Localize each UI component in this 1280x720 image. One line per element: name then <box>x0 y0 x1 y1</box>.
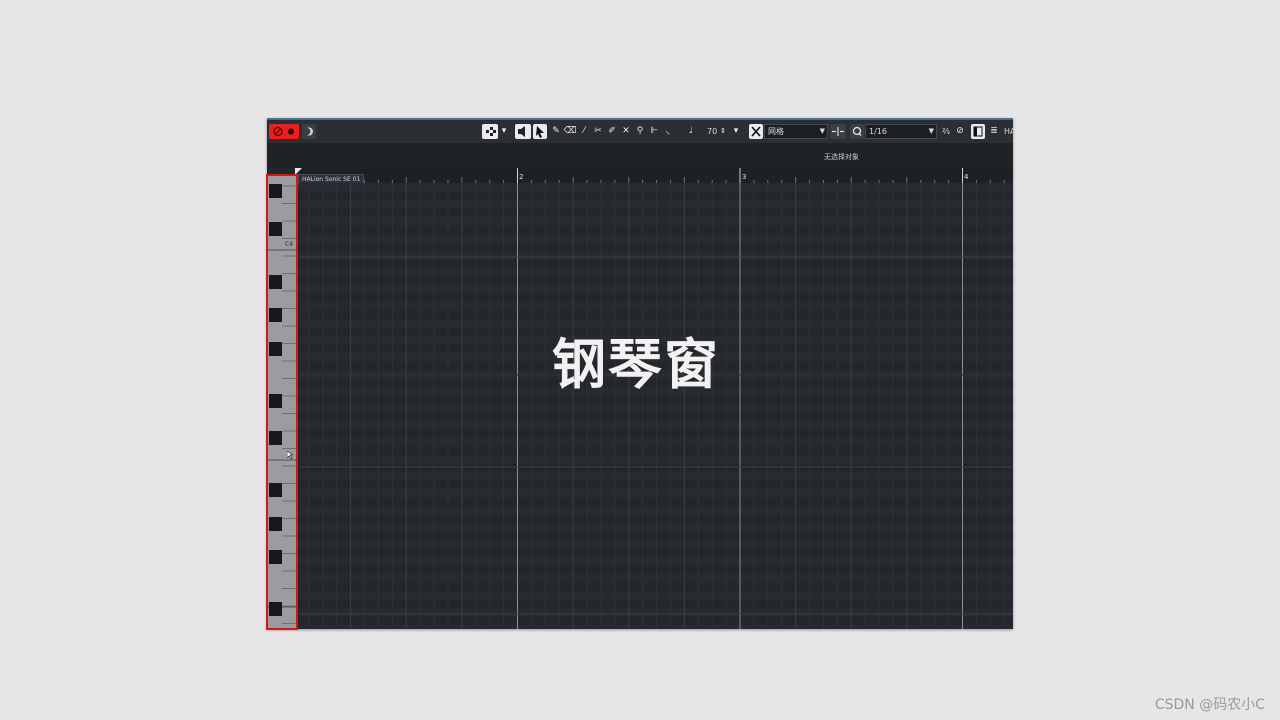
snap-type-value: 网格 <box>768 127 784 136</box>
erase-tool[interactable]: ⌫ <box>563 124 577 139</box>
quantize-preset-select[interactable]: 1/16 ▼ <box>865 124 937 139</box>
ruler[interactable]: 2 3 4 <box>299 168 1013 183</box>
chevron-down-icon: ▼ <box>928 127 934 135</box>
magnifier-icon: ⚲ <box>636 126 644 136</box>
pointer-arrow-icon <box>536 126 544 138</box>
list-icon[interactable]: ≣ <box>987 124 1001 139</box>
draw-tool[interactable]: ✎ <box>549 124 563 139</box>
eraser-icon: ⌫ <box>563 126 577 136</box>
info-line: 无选择对象 <box>267 143 1013 168</box>
glue-tool[interactable]: ✐ <box>605 124 619 139</box>
solo-editor-button[interactable] <box>302 124 316 139</box>
toolbar-config-button[interactable] <box>482 124 498 139</box>
tools-icon <box>486 127 496 136</box>
iterative-quantize-icon[interactable]: ⊘ <box>953 124 967 139</box>
glue-icon: ✐ <box>608 126 616 136</box>
mute-x-icon: ✕ <box>622 126 630 136</box>
note-grid[interactable] <box>299 183 1013 629</box>
insert-velocity-icon: ♩ <box>688 126 694 136</box>
selection-status: 无选择对象 <box>824 153 859 161</box>
chevron-down-icon[interactable]: ▾ <box>499 124 509 139</box>
line-icon: ⊩ <box>650 126 658 136</box>
time-warp-tool[interactable]: ◟ <box>661 124 675 139</box>
knife-icon: ⁄ <box>583 126 585 136</box>
snap-zero-icon <box>832 127 844 136</box>
mouse-cursor-icon <box>287 451 293 459</box>
panel-icon <box>973 126 983 137</box>
pencil-icon: ✎ <box>552 126 560 136</box>
curve-icon: ◟ <box>666 126 670 136</box>
ruler-bar-2: 2 <box>519 173 524 181</box>
snap-type-select[interactable]: 网格 ▼ <box>764 124 828 139</box>
keyboard-highlight-frame <box>266 174 298 630</box>
ruler-bar-3: 3 <box>742 173 747 181</box>
quantize-q-icon <box>852 126 862 136</box>
solo-icon <box>307 127 313 136</box>
ruler-ticks <box>308 168 1005 183</box>
snap-icon <box>751 126 761 137</box>
chevron-down-icon[interactable]: ▾ <box>731 124 741 139</box>
scissors-icon: ✂ <box>594 126 602 136</box>
speaker-icon <box>518 126 525 137</box>
velocity-stepper-icon[interactable]: ⇕ <box>719 124 727 139</box>
record-button-group[interactable] <box>269 124 299 139</box>
snap-toggle-button[interactable] <box>749 124 763 139</box>
ruler-bar-4: 4 <box>964 173 969 181</box>
source-credit: CSDN @码农小C <box>1154 697 1265 713</box>
record-enable-icon[interactable] <box>269 124 299 139</box>
acoustic-feedback-button[interactable] <box>515 124 531 139</box>
quantize-button[interactable] <box>850 124 864 139</box>
overlay-title: 钢琴窗 <box>552 333 720 396</box>
trim-tool[interactable]: ⁄ <box>577 124 591 139</box>
toolbar: ▾ ✎ ⌫ ⁄ ✂ ✐ ✕ ⚲ ⊩ ◟ ♩ 70 ⇕ ▾ 网格 ▼ 1/16 ▼… <box>267 120 1013 143</box>
mute-tool[interactable]: ✕ <box>619 124 633 139</box>
instrument-cut-label: HA <box>1004 127 1013 136</box>
chevron-down-icon: ▼ <box>819 127 825 135</box>
line-tool[interactable]: ⊩ <box>647 124 661 139</box>
quantize-value: 1/16 <box>869 127 887 136</box>
length-quantize-icon[interactable]: ⅔ <box>939 124 953 139</box>
snap-to-zero-button[interactable] <box>830 124 846 139</box>
split-tool[interactable]: ✂ <box>591 124 605 139</box>
object-selection-tool[interactable] <box>533 124 547 139</box>
show-info-button[interactable] <box>971 124 985 139</box>
zoom-tool[interactable]: ⚲ <box>633 124 647 139</box>
